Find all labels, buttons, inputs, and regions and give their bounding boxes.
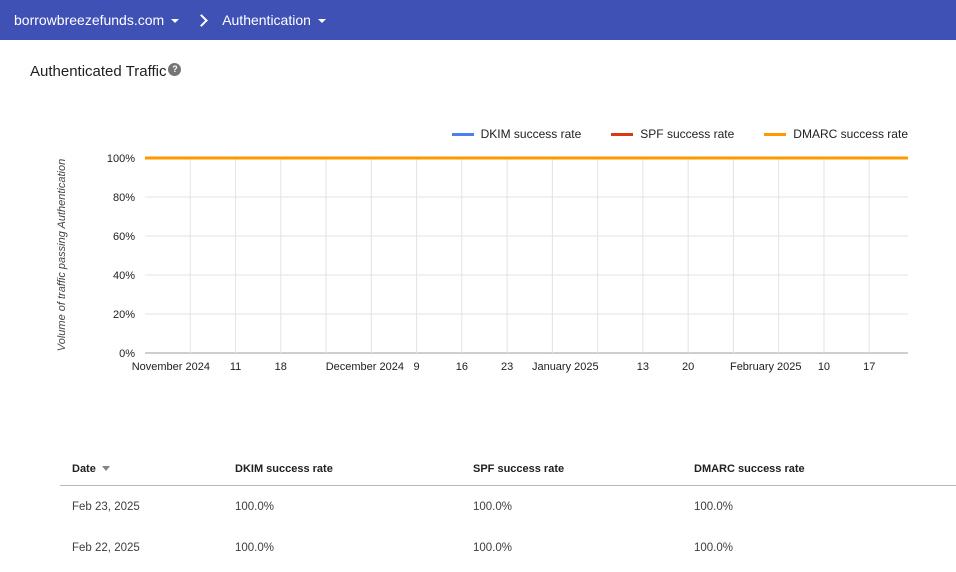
svg-text:20: 20 [682, 361, 694, 373]
cell-dmarc: 100.0% [694, 500, 734, 513]
page-title: Authenticated Traffic [30, 63, 167, 80]
cell-date: Feb 22, 2025 [72, 541, 140, 554]
top-bar: borrowbreezefunds.com Authentication [0, 0, 956, 40]
section-selector[interactable]: Authentication [222, 12, 326, 28]
help-icon[interactable]: ? [168, 63, 182, 76]
table-header-row: Date DKIM success rate SPF success rate … [60, 452, 956, 486]
legend-label-dkim: DKIM success rate [480, 127, 582, 141]
svg-text:0%: 0% [119, 348, 135, 360]
cell-date: Feb 23, 2025 [72, 500, 140, 513]
column-header-dkim: DKIM success rate [235, 462, 333, 475]
legend-item-dkim: DKIM success rate [451, 127, 582, 141]
authentication-chart: 0% 20% 40% 60% 80% 100% 11 18 9 16 23 13 20 10 17 Novem… [107, 153, 908, 373]
cell-dkim: 100.0% [235, 541, 275, 554]
section-selector-label: Authentication [222, 12, 311, 28]
domain-selector-label: borrowbreezefunds.com [14, 12, 165, 28]
svg-text:10: 10 [818, 361, 830, 373]
spf-line-swatch-icon [611, 132, 634, 136]
legend-label-spf: SPF success rate [640, 127, 735, 141]
cell-spf: 100.0% [473, 541, 513, 554]
svg-text:November 2024: November 2024 [132, 361, 210, 373]
svg-text:February 2025: February 2025 [730, 361, 802, 373]
chart-legend: DKIM success rate SPF success rate DMARC… [451, 127, 908, 141]
svg-text:80%: 80% [113, 192, 135, 204]
svg-text:18: 18 [275, 361, 287, 373]
svg-text:60%: 60% [113, 231, 135, 243]
svg-text:December 2024: December 2024 [326, 361, 404, 373]
breadcrumb-chevron-icon [195, 13, 209, 27]
svg-text:20%: 20% [113, 309, 135, 321]
svg-text:23: 23 [501, 361, 513, 373]
table-row: Feb 22, 2025 100.0% 100.0% 100.0% [60, 527, 956, 568]
svg-text:100%: 100% [107, 153, 135, 165]
caret-down-icon [171, 19, 180, 23]
legend-label-dmarc: DMARC success rate [793, 127, 908, 141]
cell-spf: 100.0% [473, 500, 513, 513]
dkim-line-swatch-icon [451, 132, 474, 136]
dmarc-line-swatch-icon [764, 132, 787, 136]
column-header-dmarc: DMARC success rate [694, 462, 805, 475]
svg-text:11: 11 [230, 361, 241, 373]
page-title-row: Authenticated Traffic? [30, 63, 182, 80]
sort-desc-icon [101, 466, 110, 471]
cell-dmarc: 100.0% [694, 541, 734, 554]
legend-item-dmarc: DMARC success rate [764, 127, 908, 141]
svg-text:9: 9 [414, 361, 420, 373]
caret-down-icon [317, 19, 326, 23]
postmaster-authentication-page: borrowbreezefunds.com Authentication Aut… [0, 0, 956, 572]
cell-dkim: 100.0% [235, 500, 275, 513]
column-header-date-label: Date [72, 462, 96, 475]
table-row: Feb 23, 2025 100.0% 100.0% 100.0% [60, 486, 956, 527]
legend-item-spf: SPF success rate [611, 127, 734, 141]
domain-selector[interactable]: borrowbreezefunds.com [14, 12, 180, 28]
svg-text:17: 17 [863, 361, 875, 373]
svg-text:16: 16 [456, 361, 468, 373]
column-header-spf: SPF success rate [473, 462, 565, 475]
svg-text:January 2025: January 2025 [532, 361, 599, 373]
svg-text:13: 13 [637, 361, 649, 373]
svg-text:40%: 40% [113, 270, 135, 282]
column-header-date[interactable]: Date [72, 463, 235, 475]
auth-table: Date DKIM success rate SPF success rate … [60, 452, 956, 568]
